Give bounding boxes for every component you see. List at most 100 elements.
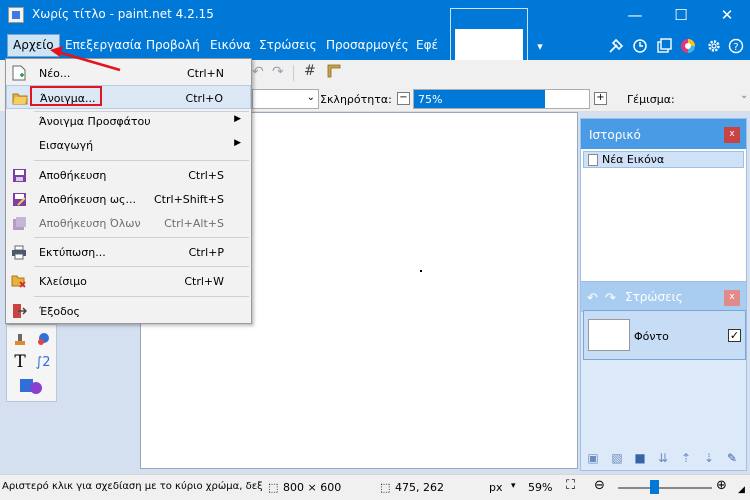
layer-row[interactable]: Φόντο ✓ (583, 310, 746, 360)
history-panel-header: Ιστορικό x (581, 119, 746, 149)
menu-separator (34, 296, 249, 297)
menu-edit[interactable]: Επεξεργασία (61, 36, 146, 55)
menu-effects[interactable]: Εφέ (412, 36, 442, 55)
save-all-icon (11, 215, 27, 231)
new-image-icon (588, 153, 598, 166)
save-as-icon (11, 191, 27, 207)
new-document-icon (11, 65, 27, 81)
units-dropdown-icon[interactable]: ▾ (511, 481, 516, 491)
layer-properties-icon[interactable]: ✎ (724, 450, 740, 466)
image-list-dropdown-icon[interactable]: ▾ (530, 36, 550, 56)
chevron-down-icon: ⌄ (306, 92, 315, 103)
add-layer-icon[interactable]: ▣ (585, 450, 601, 466)
duplicate-layer-icon[interactable]: ■ (632, 450, 648, 466)
history-panel: Ιστορικό x Νέα Εικόνα (580, 118, 747, 286)
layer-visibility-checkbox[interactable]: ✓ (728, 329, 741, 342)
file-menu-save-as[interactable]: Αποθήκευση ως... Ctrl+Shift+S (6, 187, 251, 211)
history-window-icon[interactable] (630, 36, 650, 56)
hardness-increase-button[interactable]: + (594, 92, 607, 105)
layer-thumbnail (588, 319, 630, 351)
merge-layer-icon[interactable]: ⇊ (655, 450, 671, 466)
menu-image[interactable]: Εικόνα (206, 36, 255, 55)
zoom-slider[interactable] (618, 487, 712, 489)
tools-window-icon[interactable] (606, 36, 626, 56)
line-curve-tool-icon[interactable]: ∫2 (33, 352, 53, 372)
close-document-icon (11, 273, 27, 289)
exit-icon (11, 303, 27, 319)
fill-label: Γέμισμα: (627, 93, 675, 106)
canvas-pixel-dot (420, 270, 422, 272)
menu-adjustments[interactable]: Προσαρμογές (322, 36, 413, 55)
layers-undo-icon[interactable]: ↶ (587, 291, 598, 306)
toolbar-divider (293, 65, 294, 81)
status-hint: Αριστερό κλικ για σχεδίαση με το κύριο χ… (2, 481, 262, 492)
hardness-decrease-button[interactable]: − (397, 92, 410, 105)
file-menu-exit[interactable]: Έξοδος (6, 299, 251, 323)
file-menu-new[interactable]: Νέο... Ctrl+N (6, 61, 251, 85)
menu-view[interactable]: Προβολή (142, 36, 204, 55)
title-bar: Χωρίς τίτλο - paint.net 4.2.15 — ☐ ✕ (0, 0, 750, 30)
print-icon (11, 244, 27, 260)
submenu-arrow-icon: ▶ (234, 138, 241, 148)
delete-layer-icon[interactable]: ▧ (609, 450, 625, 466)
clone-stamp-tool-icon[interactable] (10, 329, 30, 349)
maximize-button[interactable]: ☐ (658, 0, 704, 30)
submenu-arrow-icon: ▶ (234, 114, 241, 124)
layers-panel-title: Στρώσεις (625, 290, 683, 304)
resize-grip-icon[interactable]: ◢ (738, 485, 745, 495)
units-selector[interactable]: px (489, 481, 503, 494)
history-panel-title: Ιστορικό (589, 128, 641, 142)
zoom-fit-icon[interactable]: ⛶ (566, 478, 575, 493)
cursor-position: 475, 262 (395, 481, 444, 494)
layers-redo-icon[interactable]: ↷ (605, 291, 616, 306)
menu-separator (34, 160, 249, 161)
file-menu-save-all: Αποθήκευση Όλων Ctrl+Alt+S (6, 211, 251, 235)
zoom-out-icon[interactable]: ⊖ (594, 478, 605, 493)
file-menu-acquire[interactable]: Εισαγωγή ▶ (6, 133, 251, 157)
zoom-in-icon[interactable]: ⊕ (716, 478, 727, 493)
file-menu-print[interactable]: Εκτύπωση... Ctrl+P (6, 240, 251, 264)
open-folder-icon (12, 90, 28, 106)
save-icon (11, 167, 27, 183)
layers-panel-header: ↶ ↷ Στρώσεις x (581, 282, 746, 312)
settings-gear-icon[interactable] (704, 36, 724, 56)
status-bar: Αριστερό κλικ για σχεδίαση με το κύριο χ… (0, 474, 750, 500)
undo-icon[interactable]: ↶ (252, 64, 264, 80)
file-menu-save[interactable]: Αποθήκευση Ctrl+S (6, 163, 251, 187)
redo-icon[interactable]: ↷ (272, 64, 284, 80)
layers-close-button[interactable]: x (724, 290, 740, 306)
help-icon[interactable]: ? (726, 36, 746, 56)
grid-icon[interactable]: # (304, 63, 316, 79)
recolor-tool-icon[interactable] (33, 329, 53, 349)
hardness-label: Σκληρότητα: (320, 93, 392, 106)
text-tool-icon[interactable]: T (10, 352, 30, 372)
history-close-button[interactable]: x (724, 127, 740, 143)
fill-dropdown-icon[interactable]: ⌄ (740, 90, 748, 101)
hardness-slider[interactable]: 75% (413, 89, 590, 109)
hardness-value: 75% (418, 93, 443, 106)
menu-separator (34, 266, 249, 267)
shapes-tool-icon[interactable] (17, 376, 47, 396)
history-item[interactable]: Νέα Εικόνα (583, 151, 744, 168)
close-window-button[interactable]: ✕ (704, 0, 750, 30)
minimize-button[interactable]: — (612, 0, 658, 30)
colors-window-icon[interactable] (678, 36, 698, 56)
file-menu-open-recent[interactable]: Άνοιγμα Προσφάτου ▶ (6, 109, 251, 133)
menu-separator (34, 237, 249, 238)
paintnet-app-icon (8, 7, 24, 23)
zoom-slider-thumb[interactable] (650, 480, 659, 494)
open-item-highlight-box (30, 86, 102, 106)
move-layer-up-icon[interactable]: ⇡ (678, 450, 694, 466)
brush-width-dropdown[interactable]: ⌄ (252, 89, 319, 109)
ruler-icon[interactable] (326, 63, 342, 79)
layers-window-icon[interactable] (654, 36, 674, 56)
layer-name: Φόντο (634, 330, 669, 343)
svg-text:?: ? (733, 42, 738, 53)
menu-file[interactable]: Αρχείο (7, 34, 60, 57)
history-item-label: Νέα Εικόνα (602, 153, 665, 166)
image-size: 800 × 600 (283, 481, 342, 494)
file-menu-close[interactable]: Κλείσιμο Ctrl+W (6, 269, 251, 293)
move-layer-down-icon[interactable]: ⇣ (701, 450, 717, 466)
zoom-level[interactable]: 59% (528, 481, 552, 494)
menu-layers[interactable]: Στρώσεις (255, 36, 321, 55)
